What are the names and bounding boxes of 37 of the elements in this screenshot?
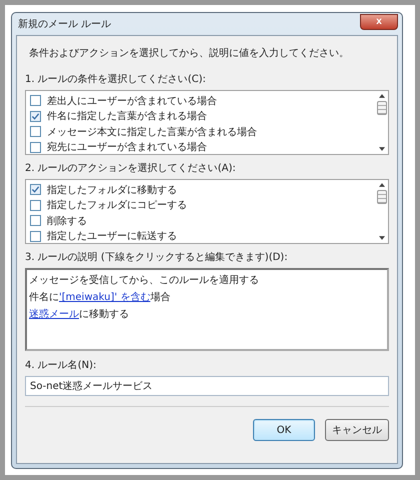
description-text: メッセージを受信してから、このルールを適用する — [29, 275, 259, 286]
scroll-thumb[interactable] — [377, 101, 387, 115]
section-label: 4. ルール名(N): — [25, 359, 98, 372]
section-label: 2. ルールのアクションを選択してください(A): — [25, 162, 237, 175]
checkbox[interactable] — [30, 184, 41, 196]
list-item[interactable]: 宛先にユーザーが含まれている場合 — [47, 140, 207, 154]
dialog-button[interactable]: キャンセル — [325, 419, 389, 441]
down-arrow-icon[interactable] — [379, 236, 385, 240]
list-item[interactable]: 指定したユーザーに転送する — [47, 229, 177, 243]
checkbox[interactable] — [30, 110, 41, 122]
window-title: 新規のメール ルール — [17, 18, 112, 31]
list-item[interactable]: 差出人にユーザーが含まれている場合 — [47, 94, 217, 108]
rule-link[interactable]: 迷惑メール — [29, 309, 79, 320]
checkbox[interactable] — [30, 142, 41, 153]
checkbox[interactable] — [30, 200, 41, 211]
up-arrow-icon[interactable] — [379, 183, 385, 187]
checkbox[interactable] — [30, 230, 41, 242]
checkbox[interactable] — [30, 126, 41, 138]
rule-link[interactable]: '[meiwaku]' を含む — [59, 292, 150, 303]
up-arrow-icon[interactable] — [379, 94, 385, 98]
dialog-button[interactable]: OK — [253, 419, 315, 441]
section-label: 3. ルールの説明 (下線をクリックすると編集できます)(D): — [25, 250, 289, 264]
instruction-text: 条件およびアクションを選択してから、説明に値を入力してください。 — [29, 46, 350, 60]
description-text: 場合 — [150, 292, 170, 303]
list-item[interactable]: 指定したフォルダに移動する — [47, 182, 177, 197]
checkbox[interactable] — [30, 215, 41, 226]
down-arrow-icon[interactable] — [379, 147, 385, 151]
description-text: 件名に — [29, 292, 59, 303]
checkbox[interactable] — [30, 95, 41, 106]
scroll-thumb[interactable] — [377, 190, 387, 204]
list-item[interactable]: 削除する — [47, 214, 87, 228]
list-item[interactable]: メッセージ本文に指定した言葉が含まれる場合 — [47, 124, 257, 139]
list-item[interactable]: 件名に指定した言葉が含まれる場合 — [47, 109, 207, 124]
list-item[interactable]: 指定したフォルダにコピーする — [47, 198, 187, 212]
section-label: 1. ルールの条件を選択してください(C): — [25, 73, 207, 86]
description-text: に移動する — [79, 309, 129, 320]
rule-name-field[interactable]: So-net迷惑メールサービス — [25, 376, 389, 396]
